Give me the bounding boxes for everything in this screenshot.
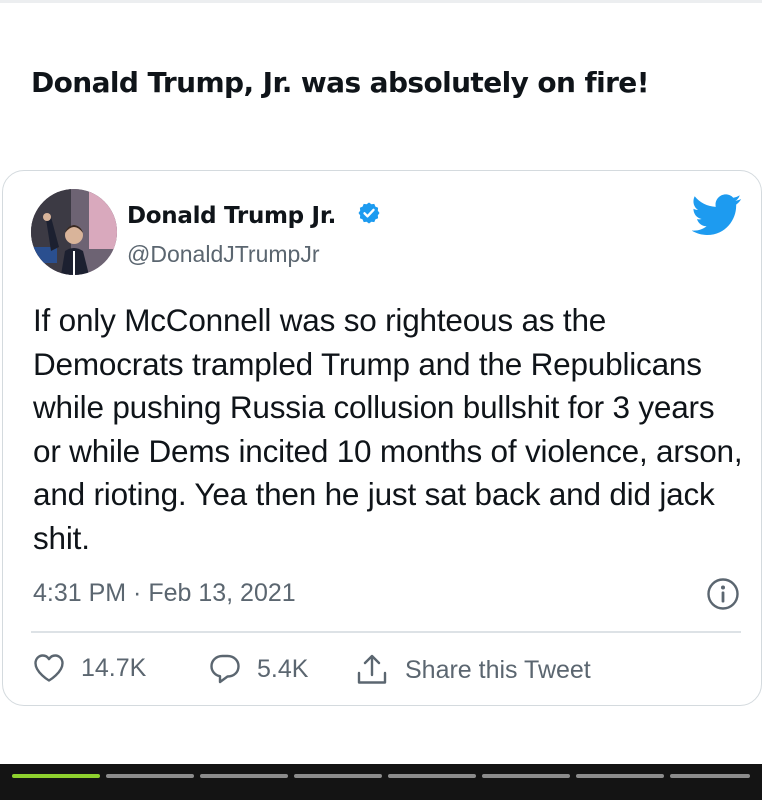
progress-segment	[106, 774, 194, 778]
post-headline: Donald Trump, Jr. was absolutely on fire…	[31, 66, 649, 99]
progress-segment	[482, 774, 570, 778]
reply-count: 5.4K	[257, 654, 309, 683]
top-divider	[0, 0, 762, 3]
verified-badge-icon	[358, 202, 380, 224]
reply-button[interactable]: 5.4K	[209, 653, 308, 685]
progress-segment	[12, 774, 100, 778]
info-icon[interactable]	[706, 577, 740, 611]
share-label: Share this Tweet	[405, 655, 591, 684]
progress-segment	[576, 774, 664, 778]
like-button[interactable]: 14.7K	[33, 653, 146, 683]
progress-segment	[388, 774, 476, 778]
story-progress-bar	[0, 764, 762, 800]
share-upload-icon	[357, 654, 387, 684]
author-handle[interactable]: @DonaldJTrumpJr	[127, 241, 320, 268]
heart-icon	[34, 654, 64, 682]
like-count: 14.7K	[81, 653, 147, 682]
reply-bubble-icon	[210, 654, 240, 684]
tweet-text: If only McConnell was so righteous as th…	[33, 302, 743, 556]
progress-segment	[200, 774, 288, 778]
progress-segment	[294, 774, 382, 778]
tweet-card[interactable]: Donald Trump Jr. @DonaldJTrumpJr If only…	[2, 170, 762, 706]
share-tweet-button[interactable]: Share this Tweet	[355, 653, 591, 687]
author-name[interactable]: Donald Trump Jr.	[127, 203, 336, 229]
twitter-bird-icon[interactable]	[692, 194, 742, 236]
progress-segment	[670, 774, 750, 778]
tweet-divider	[31, 631, 741, 633]
author-avatar[interactable]	[31, 189, 117, 275]
tweet-timestamp[interactable]: 4:31 PM · Feb 13, 2021	[33, 579, 296, 608]
